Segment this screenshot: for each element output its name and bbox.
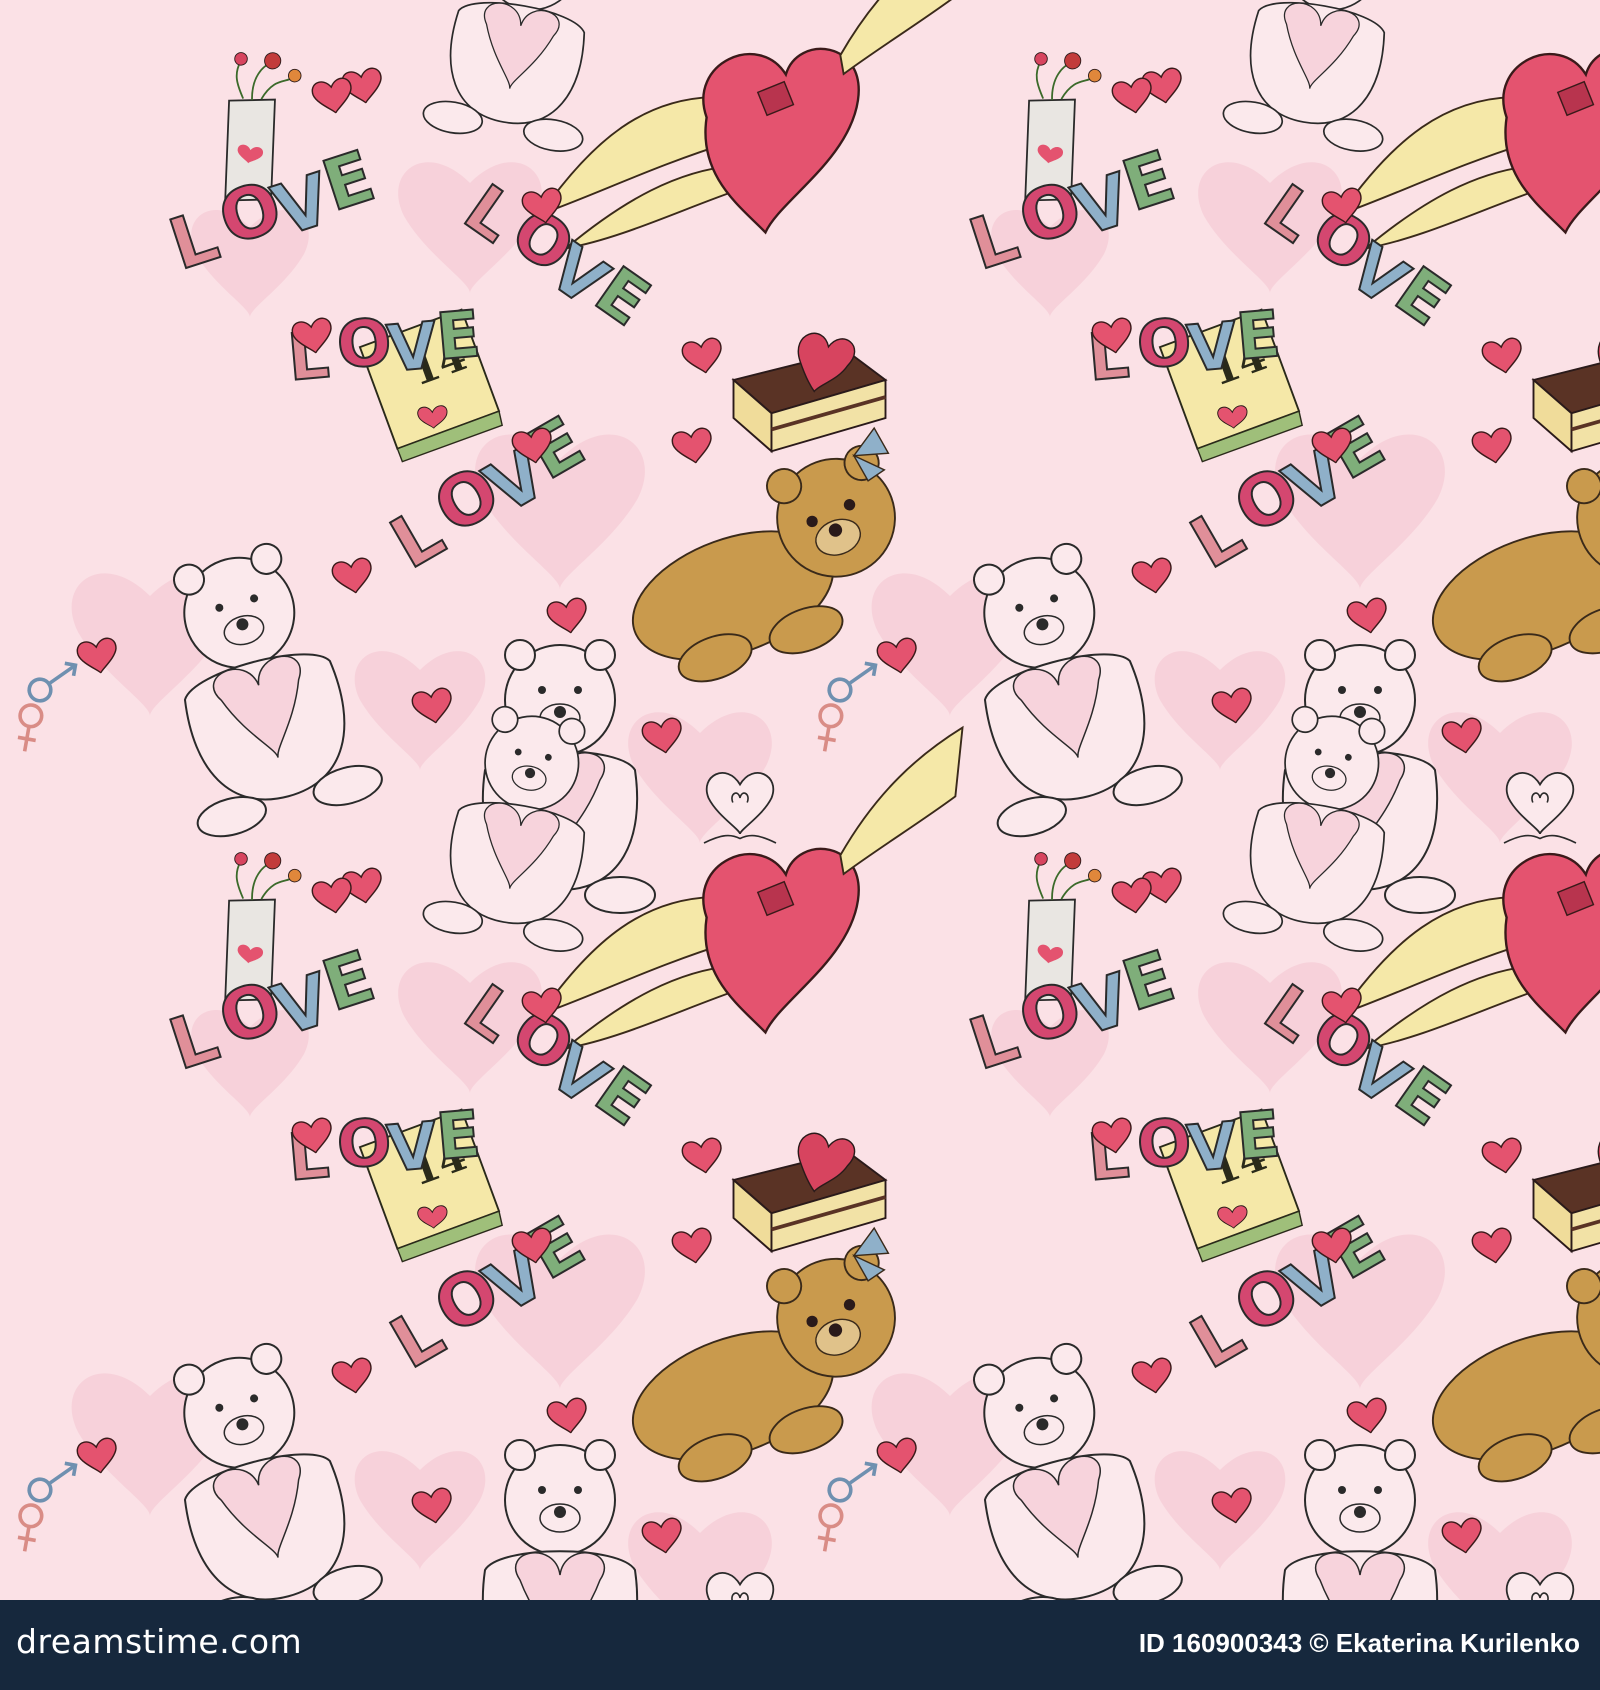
small-heart xyxy=(310,76,356,118)
small-heart xyxy=(1470,426,1516,468)
love-letter: V xyxy=(384,1109,440,1187)
love-letter: V xyxy=(1184,309,1240,387)
small-heart xyxy=(1345,1396,1391,1438)
small-heart xyxy=(545,596,591,638)
small-heart xyxy=(1480,336,1526,378)
stock-watermark-footer: dreamstime.com ID 160900343 © Ekaterina … xyxy=(0,1600,1600,1690)
small-heart xyxy=(670,1226,716,1268)
love-letter: V xyxy=(384,309,440,387)
small-heart xyxy=(680,1136,726,1178)
cake-slice xyxy=(731,1131,888,1254)
small-heart xyxy=(1110,876,1156,918)
outline-bear xyxy=(1219,0,1422,157)
love-letter: E xyxy=(433,298,483,376)
small-heart xyxy=(1470,1226,1516,1268)
small-heart xyxy=(1480,1136,1526,1178)
small-heart xyxy=(1130,1356,1176,1398)
small-heart xyxy=(330,1356,376,1398)
cake-slice xyxy=(1531,331,1600,454)
small-heart xyxy=(1345,596,1391,638)
doodle-pattern: 14 xyxy=(0,0,1600,1600)
outline-bear xyxy=(1264,1439,1456,1600)
gender-symbols xyxy=(812,1455,878,1560)
small-heart xyxy=(1110,76,1156,118)
gender-symbols xyxy=(12,1455,78,1560)
image-credit-label: ID 160900343 © Ekaterina Kurilenko xyxy=(1138,1628,1580,1658)
love-letter: E xyxy=(1233,298,1283,376)
cake-slice xyxy=(731,331,888,454)
love-letter: E xyxy=(1233,1098,1283,1176)
brand-label: dreamstime.com xyxy=(16,1622,303,1661)
small-heart xyxy=(1130,556,1176,598)
pattern-canvas: 14 xyxy=(12,0,1600,1600)
small-heart xyxy=(330,556,376,598)
love-letter: V xyxy=(1184,1109,1240,1187)
outline-bear xyxy=(464,1439,656,1600)
small-heart xyxy=(670,426,716,468)
curly-heart xyxy=(703,772,777,844)
cake-slice xyxy=(1531,1131,1600,1254)
small-heart xyxy=(545,1396,591,1438)
gender-symbols xyxy=(12,655,78,760)
gender-symbols xyxy=(812,655,878,760)
outline-bear xyxy=(419,0,622,157)
curly-heart xyxy=(1503,772,1577,844)
small-heart xyxy=(310,876,356,918)
small-heart xyxy=(680,336,726,378)
love-letter: E xyxy=(433,1098,483,1176)
